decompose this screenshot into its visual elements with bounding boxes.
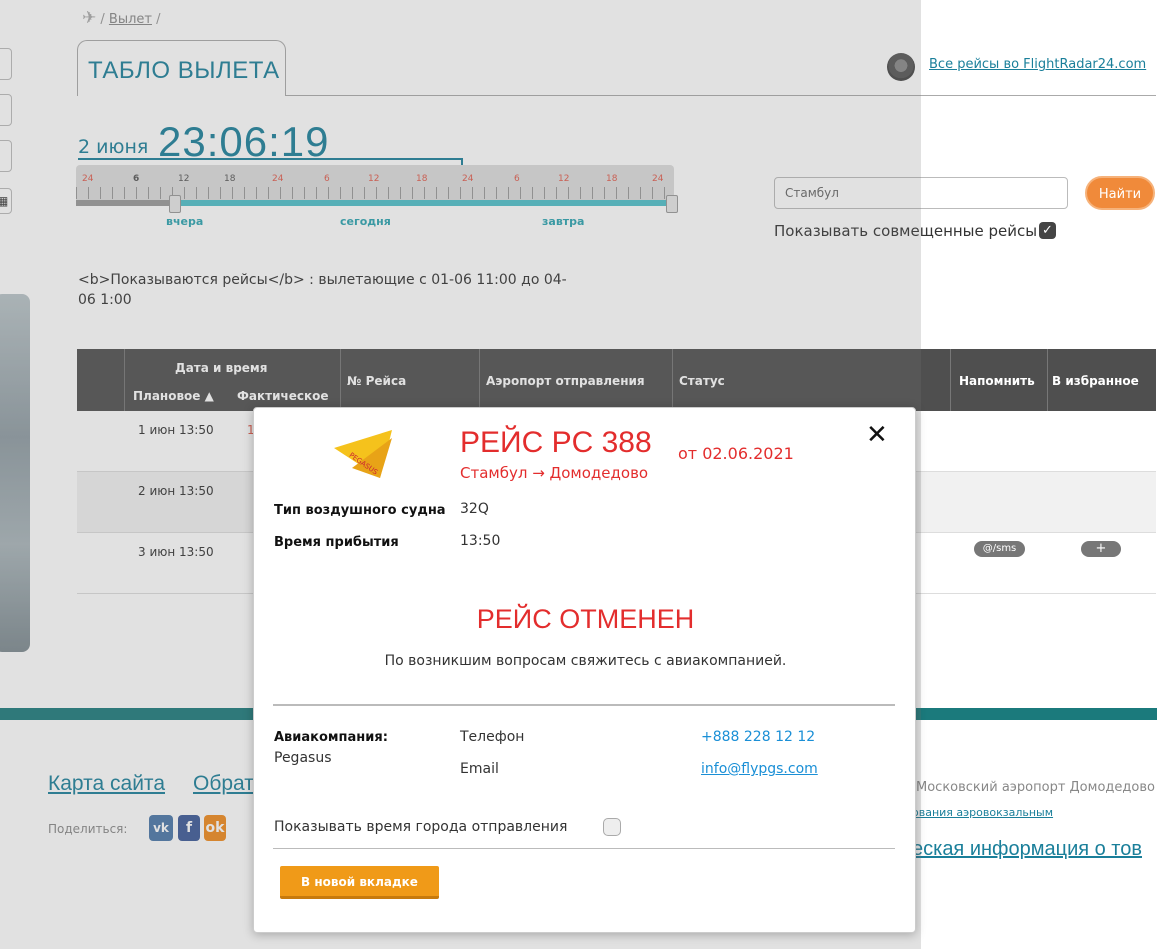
modal-divider [273, 704, 895, 706]
table-header-remind: Напомнить [951, 349, 1048, 411]
flight-date: от 02.06.2021 [678, 444, 794, 463]
modal-divider [273, 848, 895, 849]
email-link[interactable]: info@flypgs.com [701, 761, 818, 777]
footer-link-terms[interactable]: ования аэровокзальным [912, 806, 1053, 819]
combined-flights-checkbox[interactable]: ✓ [1039, 222, 1056, 239]
header-favorite: В избранное [1052, 374, 1139, 388]
arrival-label: Время прибытия [274, 535, 399, 550]
footer-link-info[interactable]: еская информация о тов [912, 838, 1142, 861]
flight-number: РЕЙС PC 388 [460, 426, 652, 459]
email-label: Email [460, 761, 499, 777]
phone-label: Телефон [460, 729, 525, 745]
flight-route: Стамбул → Домодедово [460, 464, 649, 482]
phone-link[interactable]: +888 228 12 12 [701, 729, 815, 745]
search-button[interactable]: Найти [1085, 176, 1155, 210]
cancelled-status: РЕЙС ОТМЕНЕН [476, 604, 695, 634]
airline-name: Pegasus [274, 750, 332, 766]
arrival-value: 13:50 [460, 533, 501, 549]
contact-airline-text: По возникшим вопросам свяжитесь с авиако… [384, 653, 787, 669]
flight-details-modal: ✕ PEGASUS РЕЙС PC 388 от 02.06.2021 Стам… [253, 407, 916, 933]
show-departure-time-checkbox[interactable] [603, 818, 621, 836]
footer-copyright: Московский аэропорт Домодедово [916, 780, 1155, 795]
table-header-favorite: В избранное [1048, 349, 1156, 411]
header-remind: Напомнить [959, 374, 1035, 388]
aircraft-value: 32Q [460, 501, 489, 517]
add-favorite-button[interactable]: + [1081, 541, 1121, 557]
sms-remind-button[interactable]: @/sms [974, 541, 1025, 557]
aircraft-label: Тип воздушного судна [274, 503, 446, 518]
flightradar-link[interactable]: Все рейсы во FlightRadar24.com [929, 57, 1146, 72]
show-departure-time-label: Показывать время города отправления [274, 819, 568, 835]
close-icon[interactable]: ✕ [866, 420, 888, 450]
open-new-tab-button[interactable]: В новой вкладке [280, 866, 439, 899]
airline-label: Авиакомпания: [274, 730, 388, 745]
pegasus-logo: PEGASUS [334, 430, 392, 478]
